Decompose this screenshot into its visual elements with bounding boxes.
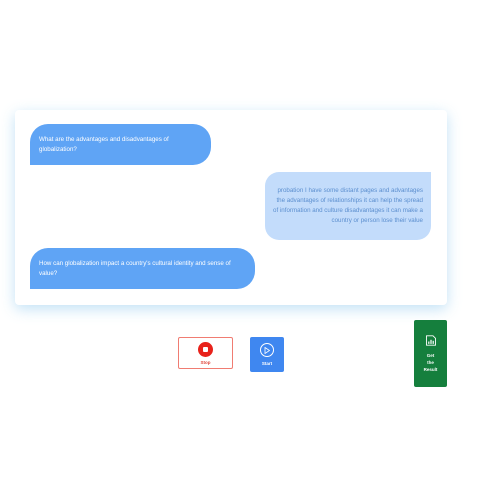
play-icon bbox=[260, 343, 274, 357]
page: What are the advantages and disadvantage… bbox=[0, 0, 500, 500]
stop-button[interactable]: Stop bbox=[178, 337, 233, 369]
stop-label: Stop bbox=[200, 359, 211, 365]
answer-bubble: probation I have some distant pages and … bbox=[265, 172, 431, 240]
stop-icon bbox=[198, 341, 213, 357]
get-result-label: Get the Result bbox=[423, 352, 438, 372]
get-result-button[interactable]: Get the Result bbox=[414, 320, 447, 387]
question-text: How can globalization impact a country's… bbox=[39, 259, 231, 277]
start-button[interactable]: Start bbox=[250, 337, 284, 372]
chat-panel: What are the advantages and disadvantage… bbox=[15, 110, 447, 305]
start-label: Start bbox=[261, 361, 273, 366]
question-bubble: How can globalization impact a country's… bbox=[30, 248, 255, 289]
question-text: What are the advantages and disadvantage… bbox=[39, 135, 169, 153]
chart-icon bbox=[425, 334, 437, 348]
question-bubble: What are the advantages and disadvantage… bbox=[30, 124, 211, 165]
answer-text: probation I have some distant pages and … bbox=[273, 187, 423, 224]
